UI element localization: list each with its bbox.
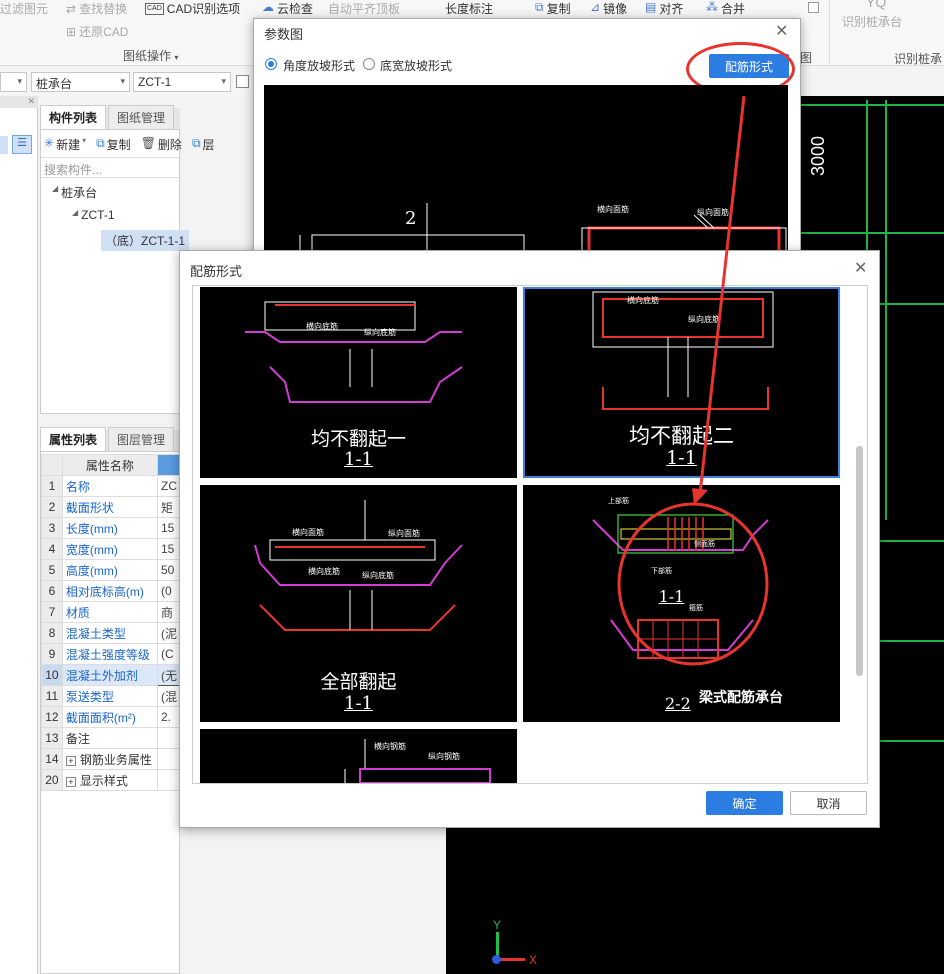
annotation-overlay [617,95,769,666]
annotation-arrow-head [692,488,708,505]
annotation-arrow-line [698,95,746,495]
annotation-circle [617,502,769,666]
